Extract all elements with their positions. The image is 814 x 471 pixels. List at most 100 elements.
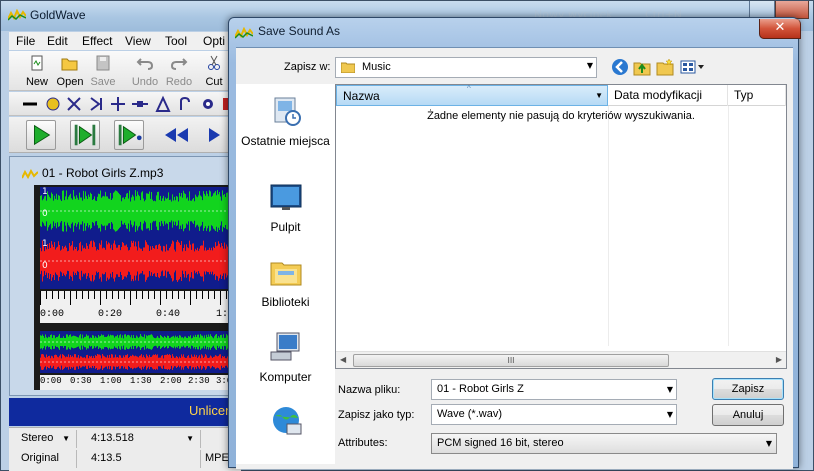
chevron-down-icon: ▼: [62, 434, 70, 443]
rewind-icon[interactable]: [161, 120, 191, 150]
new-folder-icon[interactable]: [656, 58, 674, 76]
main-waveform[interactable]: 1 0 1 0: [40, 187, 242, 289]
redo-label: Redo: [165, 76, 193, 88]
file-list-header: Nazwa ^ ▼ Data modyfikacji Typ: [336, 84, 786, 106]
new-button[interactable]: New: [21, 53, 53, 89]
horizontal-scrollbar[interactable]: ◀ III ▶: [336, 351, 786, 368]
zoom-full-icon[interactable]: [131, 95, 149, 113]
column-type[interactable]: Typ: [728, 85, 786, 106]
place-recent[interactable]: Ostatnie miejsca: [236, 94, 335, 149]
waveform-area[interactable]: 1 0 1 0 0:00 0:20 0:40 1:00 0:00 0: [34, 185, 242, 390]
place-computer[interactable]: Komputer: [236, 330, 335, 385]
redo-button[interactable]: Redo: [163, 53, 195, 89]
up-folder-icon[interactable]: [633, 58, 651, 76]
silence-icon[interactable]: [21, 95, 39, 113]
overview-tick-label: 0:30: [70, 376, 92, 386]
sort-arrow-icon: ^: [467, 84, 471, 93]
menu-tool[interactable]: Tool: [165, 34, 187, 48]
cancel-button[interactable]: Anuluj: [712, 404, 784, 426]
mix-icon[interactable]: [44, 95, 62, 113]
goldwave-logo-icon: [8, 9, 26, 21]
goldwave-logo-icon: [235, 27, 253, 39]
chevron-down-icon: ▼: [666, 385, 673, 394]
chevron-down-icon: ▼: [765, 439, 772, 448]
filename-value: 01 - Robot Girls Z: [437, 383, 524, 395]
document-title: 01 - Robot Girls Z.mp3: [42, 166, 164, 180]
menu-effect[interactable]: Effect: [82, 34, 112, 48]
save-button[interactable]: Save: [87, 53, 119, 89]
back-icon[interactable]: [611, 58, 629, 76]
column-name[interactable]: Nazwa ^ ▼: [336, 84, 608, 106]
cut-icon: [208, 55, 220, 70]
loop-icon[interactable]: [176, 95, 194, 113]
place-recent-label: Ostatnie miejsca: [241, 134, 330, 148]
chevron-down-icon: ▼: [666, 410, 673, 419]
cut-button[interactable]: Cut: [198, 53, 230, 89]
attributes-select[interactable]: PCM signed 16 bit, stereo ▼: [431, 433, 777, 454]
dialog-title: Save Sound As: [258, 24, 341, 38]
scroll-left-icon[interactable]: ◀: [340, 355, 346, 364]
overview-tick-label: 1:00: [100, 376, 122, 386]
open-label: Open: [56, 76, 84, 88]
trim-icon[interactable]: [87, 95, 105, 113]
waveform-channels: [40, 190, 242, 282]
timeline-ticks: [40, 291, 239, 305]
scroll-thumb[interactable]: III: [353, 354, 669, 367]
new-label: New: [25, 76, 48, 88]
folder-icon: [341, 62, 355, 73]
chevron-down-icon: ▼: [586, 61, 593, 70]
fast-forward-icon[interactable]: [205, 120, 229, 150]
open-button[interactable]: Open: [54, 53, 86, 89]
play-icon[interactable]: [26, 120, 56, 150]
dialog-close-button[interactable]: ✕: [759, 19, 801, 39]
select-all-icon[interactable]: [109, 95, 127, 113]
screen: GoldWave Nowy wycinek Ctrl+N File Edit E…: [0, 0, 814, 471]
column-name-label: Nazwa: [343, 89, 380, 103]
overview-waveform[interactable]: [40, 331, 242, 373]
menu-edit[interactable]: Edit: [47, 34, 68, 48]
save-type-label: Zapisz jako typ:: [338, 409, 415, 421]
view-menu-icon[interactable]: [680, 58, 706, 76]
undo-button[interactable]: Undo: [129, 53, 161, 89]
desktop-icon: [270, 184, 301, 210]
place-computer-label: Komputer: [259, 370, 312, 384]
place-desktop[interactable]: Pulpit: [236, 180, 335, 235]
save-confirm-button[interactable]: Zapisz: [712, 378, 784, 400]
look-in-combo[interactable]: Music ▼: [335, 57, 597, 78]
attributes-label: Attributes:: [338, 437, 388, 449]
play-from-icon[interactable]: [114, 120, 144, 150]
place-libraries-label: Biblioteki: [261, 295, 310, 309]
timeline-ruler[interactable]: 0:00 0:20 0:40 1:00: [40, 291, 242, 323]
column-separator: [608, 106, 609, 346]
timeline-tick-label: 0:40: [156, 309, 181, 320]
scroll-right-icon[interactable]: ▶: [776, 355, 782, 364]
menu-view[interactable]: View: [125, 34, 151, 48]
filename-label: Nazwa pliku:: [338, 384, 401, 396]
menu-options[interactable]: Opti: [203, 34, 225, 48]
undo-label: Undo: [131, 76, 159, 88]
file-list[interactable]: Nazwa ^ ▼ Data modyfikacji Typ Żadne ele…: [335, 84, 787, 369]
overview-tick-label: 1:30: [130, 376, 152, 386]
overview-tick-label: 2:30: [188, 376, 210, 386]
libraries-icon: [270, 262, 301, 286]
save-type-select[interactable]: Wave (*.wav) ▼: [431, 404, 677, 425]
save-icon: [96, 55, 110, 71]
play-selection-icon[interactable]: [70, 120, 100, 150]
undo-icon: [136, 58, 154, 70]
replace-icon[interactable]: [65, 95, 83, 113]
banner-text: Unlicen: [189, 403, 233, 418]
overview-tick-label: 2:00: [160, 376, 182, 386]
place-libraries[interactable]: Biblioteki: [236, 255, 335, 310]
settings-gear-icon[interactable]: [199, 95, 217, 113]
filename-input[interactable]: 01 - Robot Girls Z ▼: [431, 379, 677, 400]
place-network[interactable]: [236, 404, 335, 441]
set-marker-icon[interactable]: [154, 95, 172, 113]
status-channels[interactable]: Stereo ▼: [9, 430, 77, 448]
column-separator: [728, 106, 729, 346]
column-date[interactable]: Data modyfikacji: [608, 85, 728, 106]
status-channels-text: Stereo: [21, 432, 54, 444]
unlicensed-banner: Unlicen: [9, 398, 241, 426]
menu-file[interactable]: File: [16, 34, 35, 48]
channel-label: 0: [42, 209, 48, 219]
status-length[interactable]: 4:13.518 ▼: [79, 430, 201, 448]
